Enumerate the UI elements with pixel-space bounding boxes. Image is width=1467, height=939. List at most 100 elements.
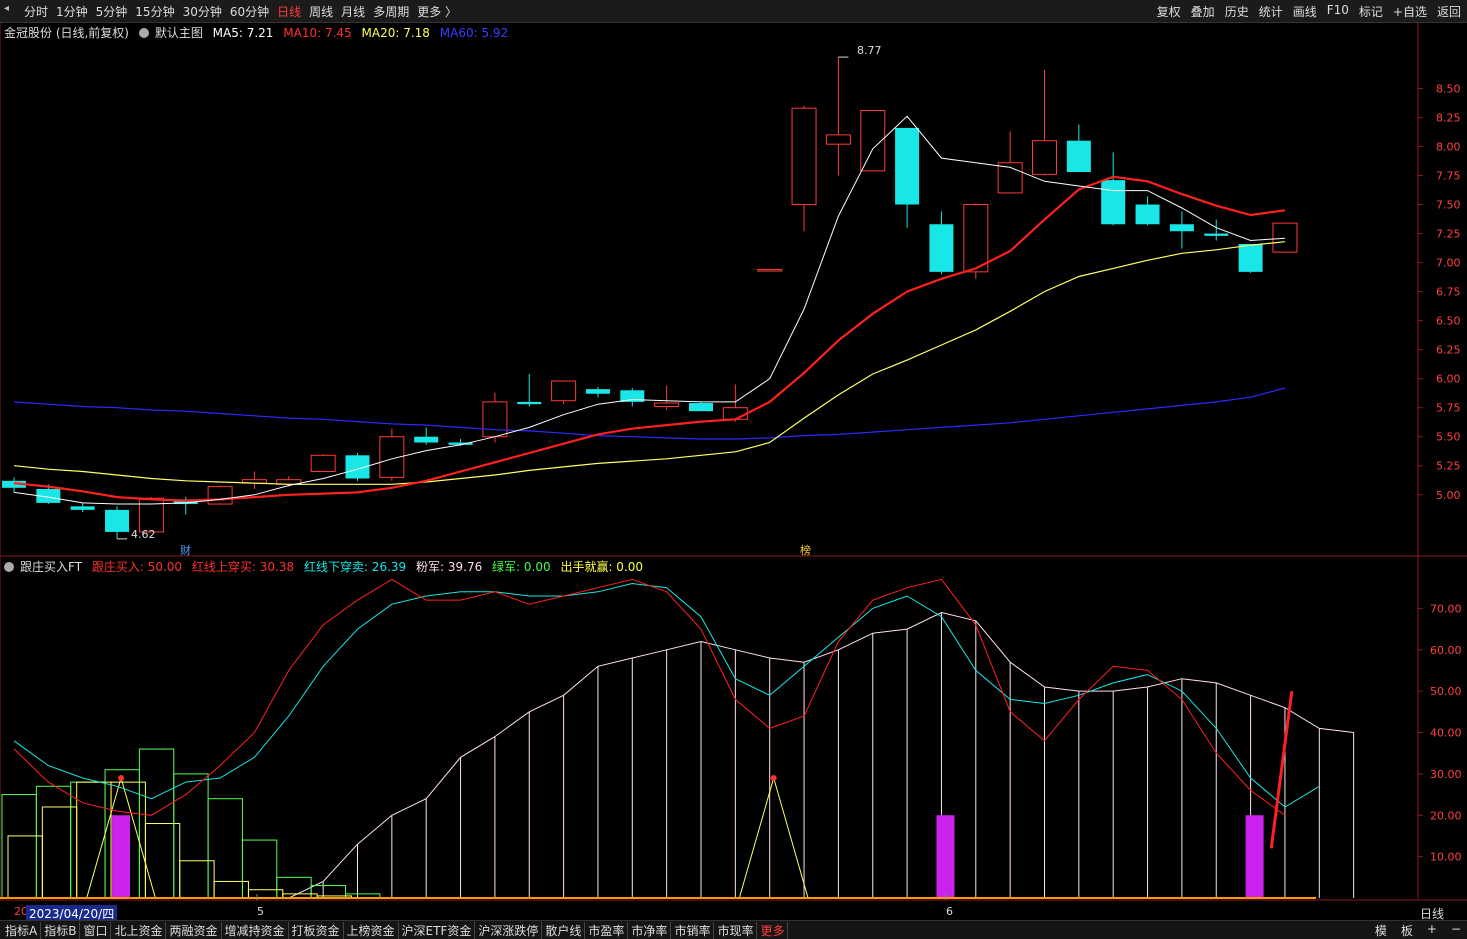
- sub-tick-label: 20.00: [1430, 809, 1462, 822]
- indicator-tab-9[interactable]: 沪深涨跌停: [475, 922, 543, 939]
- chart-canvas[interactable]: 8.50 8.25 8.00 7.75 7.50 7.25 7.00 6.75 6.50 6.25…: [0, 22, 1467, 902]
- bottom-control-2[interactable]: +: [1427, 922, 1437, 939]
- candle-body: [517, 401, 542, 405]
- low-price-label: 4.62: [131, 528, 156, 541]
- indicator-tab-5[interactable]: 增减持资金: [222, 922, 289, 939]
- xaxis-month-5: 5: [257, 905, 264, 918]
- green-step: [207, 798, 243, 899]
- period-tab-5[interactable]: 60分钟: [230, 3, 269, 20]
- bottom-control-0[interactable]: 模: [1375, 922, 1387, 939]
- bottom-control-3[interactable]: −: [1451, 922, 1461, 939]
- buy-signal-bar: [936, 815, 955, 898]
- sub-tick-label: 30.00: [1430, 768, 1462, 781]
- period-tab-7[interactable]: 周线: [309, 3, 333, 20]
- candle-body: [551, 380, 577, 402]
- candle-body: [895, 127, 920, 205]
- indicator-tab-10[interactable]: 散户线: [542, 922, 586, 939]
- price-tick-label: 5.00: [1436, 489, 1461, 502]
- indicator-tab-2[interactable]: 窗口: [80, 922, 112, 939]
- buy-signal-bar: [112, 815, 131, 898]
- indicator-tab-3[interactable]: 北上资金: [111, 922, 167, 939]
- candle-body: [1032, 140, 1057, 175]
- price-tick-label: 5.50: [1436, 431, 1461, 444]
- ma5-line: [13, 115, 1286, 505]
- candle-body: [1066, 140, 1091, 173]
- period-tab-0[interactable]: 分时: [24, 3, 48, 20]
- indicator-tab-0[interactable]: 指标A: [2, 922, 42, 939]
- pink-line: [0, 611, 1354, 899]
- price-tick-label: 8.25: [1436, 111, 1461, 124]
- indicator-tab-4[interactable]: 两融资金: [166, 922, 222, 939]
- ma20-line: [13, 241, 1286, 485]
- price-tick-label: 5.75: [1436, 402, 1461, 415]
- price-tick-label: 8.50: [1436, 82, 1461, 95]
- period-tab-10[interactable]: 更多 〉: [417, 3, 457, 20]
- period-tab-4[interactable]: 30分钟: [183, 3, 222, 20]
- indicator-tab-11[interactable]: 市盈率: [585, 922, 629, 939]
- yellow-step: [247, 889, 284, 899]
- dragon-tiger-marker[interactable]: 榜: [800, 542, 811, 558]
- period-tab-9[interactable]: 多周期: [373, 3, 409, 20]
- indicator-tab-13[interactable]: 市销率: [671, 922, 715, 939]
- red-jump: [1269, 690, 1294, 849]
- price-tick-label: 6.00: [1436, 373, 1461, 386]
- price-tick-label: 7.00: [1436, 257, 1461, 270]
- yellow-step: [76, 781, 112, 899]
- indicator-tabs: 指标A 指标B 窗口 北上资金 两融资金 增减持资金 打板资金 上榜资金 沪深ETF资金 沪深涨跌…: [2, 922, 789, 939]
- period-toolbar: ◂ 分时 1分钟 5分钟 15分钟 30分钟 60分钟 日线 周线 月线 多周期 更多 〉 复权 叠加…: [0, 0, 1467, 23]
- candle-body: [70, 506, 95, 510]
- sub-tick-label: 70.00: [1430, 602, 1462, 615]
- indicator-tab-12[interactable]: 市净率: [628, 922, 672, 939]
- tool-button-8[interactable]: 返回: [1437, 3, 1461, 20]
- period-tab-1[interactable]: 1分钟: [56, 3, 88, 20]
- tool-button-2[interactable]: 历史: [1225, 3, 1249, 20]
- price-tick-label: 7.75: [1436, 170, 1461, 183]
- candle-body: [825, 134, 851, 145]
- period-tabs: 分时 1分钟 5分钟 15分钟 30分钟 60分钟 日线 周线 月线 多周期 更多 〉: [24, 3, 457, 20]
- indicator-tab-14[interactable]: 市现率: [714, 922, 758, 939]
- yellow-step: [41, 806, 78, 899]
- bottom-right-controls: 模板 + −: [1375, 922, 1461, 939]
- tool-button-1[interactable]: 叠加: [1191, 3, 1215, 20]
- exit-spike-dot: [118, 775, 125, 782]
- period-tab-2[interactable]: 5分钟: [96, 3, 128, 20]
- indicator-tab-6[interactable]: 打板资金: [289, 922, 344, 939]
- candle-body: [689, 403, 713, 412]
- candle-body: [414, 436, 439, 443]
- tool-button-4[interactable]: 画线: [1293, 3, 1317, 20]
- green-step: [1, 794, 37, 899]
- chart-tools: 复权 叠加 历史 统计 画线 F10 标记 +自选 返回: [1157, 3, 1461, 20]
- yellow-step: [213, 880, 249, 899]
- sub-tick-label: 50.00: [1430, 685, 1462, 698]
- candle-body: [654, 402, 680, 408]
- price-tick-label: 5.25: [1436, 460, 1461, 473]
- tool-button-3[interactable]: 统计: [1259, 3, 1283, 20]
- indicator-tab-1[interactable]: 指标B: [41, 922, 81, 939]
- period-tab-3[interactable]: 15分钟: [135, 3, 174, 20]
- yellow-step: [7, 835, 43, 899]
- finance-marker[interactable]: 财: [180, 542, 191, 558]
- tool-button-0[interactable]: 复权: [1157, 3, 1181, 20]
- indicator-tab-7[interactable]: 上榜资金: [344, 922, 399, 939]
- ma10-line: [13, 175, 1286, 502]
- bottom-control-1[interactable]: 板: [1401, 922, 1413, 939]
- candle-body: [1135, 204, 1160, 225]
- tool-button-7[interactable]: +自选: [1393, 3, 1427, 20]
- period-tab-6[interactable]: 日线: [277, 3, 301, 20]
- exit-spike: [738, 776, 809, 899]
- period-tab-8[interactable]: 月线: [341, 3, 365, 20]
- candle-body: [310, 454, 336, 473]
- collapse-arrow-icon[interactable]: ◂: [4, 3, 18, 17]
- candle-body: [791, 107, 817, 206]
- high-price-label: 8.77: [857, 44, 882, 57]
- candle-body: [1272, 222, 1298, 253]
- tool-button-5[interactable]: F10: [1327, 3, 1349, 20]
- price-tick-label: 6.25: [1436, 344, 1461, 357]
- tool-button-6[interactable]: 标记: [1359, 3, 1383, 20]
- sub-tick-label: 10.00: [1430, 851, 1462, 864]
- indicator-tab-15[interactable]: 更多: [757, 922, 789, 939]
- candle-body: [722, 407, 748, 420]
- price-tick-label: 8.00: [1436, 140, 1461, 153]
- indicator-tab-8[interactable]: 沪深ETF资金: [399, 922, 476, 939]
- candle-body: [105, 509, 130, 532]
